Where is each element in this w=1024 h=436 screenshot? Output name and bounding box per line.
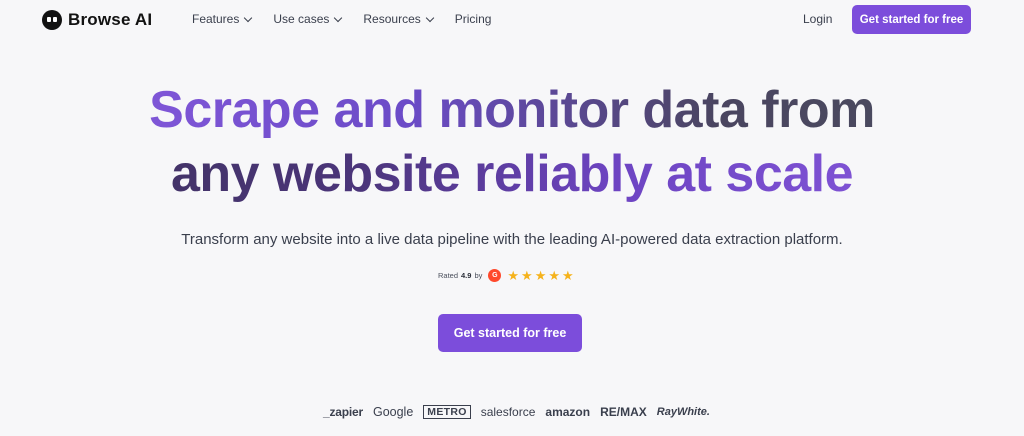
login-link[interactable]: Login	[803, 12, 832, 26]
zapier-logo: _zapier	[323, 405, 363, 419]
chevron-down-icon	[425, 13, 434, 22]
menu-item-resources[interactable]: Resources	[363, 12, 434, 26]
menu-item-label: Pricing	[454, 12, 492, 26]
metro-logo: METRO	[423, 405, 471, 419]
star-icon: ★	[562, 267, 574, 283]
menu-item-label: Features	[192, 12, 240, 26]
google-logo: Google	[372, 405, 414, 419]
get-started-hero-button[interactable]: Get started for free	[438, 314, 582, 352]
menu-item-pricing[interactable]: Pricing	[455, 12, 492, 26]
chevron-down-icon	[244, 13, 253, 22]
top-navigation: Browse AI Features Use cases Resources P…	[0, 0, 1024, 40]
remax-logo: RE/MAX	[600, 405, 647, 419]
salesforce-logo: salesforce	[480, 405, 536, 419]
menu-item-label: Use cases	[273, 12, 330, 26]
rating-badge: Rated 4.9 by G ★ ★ ★ ★ ★	[438, 268, 574, 282]
hero-headline: Scrape and monitor data from any website…	[0, 78, 1024, 206]
menu-item-label: Resources	[363, 12, 421, 26]
main-menu: Features Use cases Resources Pricing	[192, 12, 491, 26]
headline-line-2: any website reliably at scale	[0, 142, 1024, 206]
brand-name: Browse AI	[68, 10, 153, 29]
brand-logo[interactable]: Browse AI	[42, 8, 152, 32]
star-icon: ★	[507, 267, 520, 283]
headline-line-1: Scrape and monitor data from	[0, 78, 1024, 142]
get-started-nav-button[interactable]: Get started for free	[852, 5, 971, 34]
rating-by: by	[474, 270, 483, 280]
star-icon: ★	[534, 267, 547, 283]
g2-logo-icon: G	[488, 268, 502, 282]
robot-logo-icon	[42, 10, 62, 30]
rating-score: 4.9	[461, 270, 472, 280]
raywhite-logo: RayWhite.	[656, 406, 710, 418]
hero-subtitle: Transform any website into a live data p…	[181, 231, 843, 248]
menu-item-features[interactable]: Features	[192, 12, 253, 26]
star-icon: ★	[548, 267, 560, 283]
amazon-logo: amazon	[545, 405, 591, 419]
rating-prefix: Rated	[438, 270, 459, 280]
star-rating: ★ ★ ★ ★ ★	[507, 269, 573, 282]
menu-item-use-cases[interactable]: Use cases	[273, 12, 343, 26]
star-icon: ★	[521, 267, 533, 283]
customer-logos: _zapier Google METRO salesforce amazon R…	[323, 402, 710, 422]
chevron-down-icon	[334, 13, 343, 22]
